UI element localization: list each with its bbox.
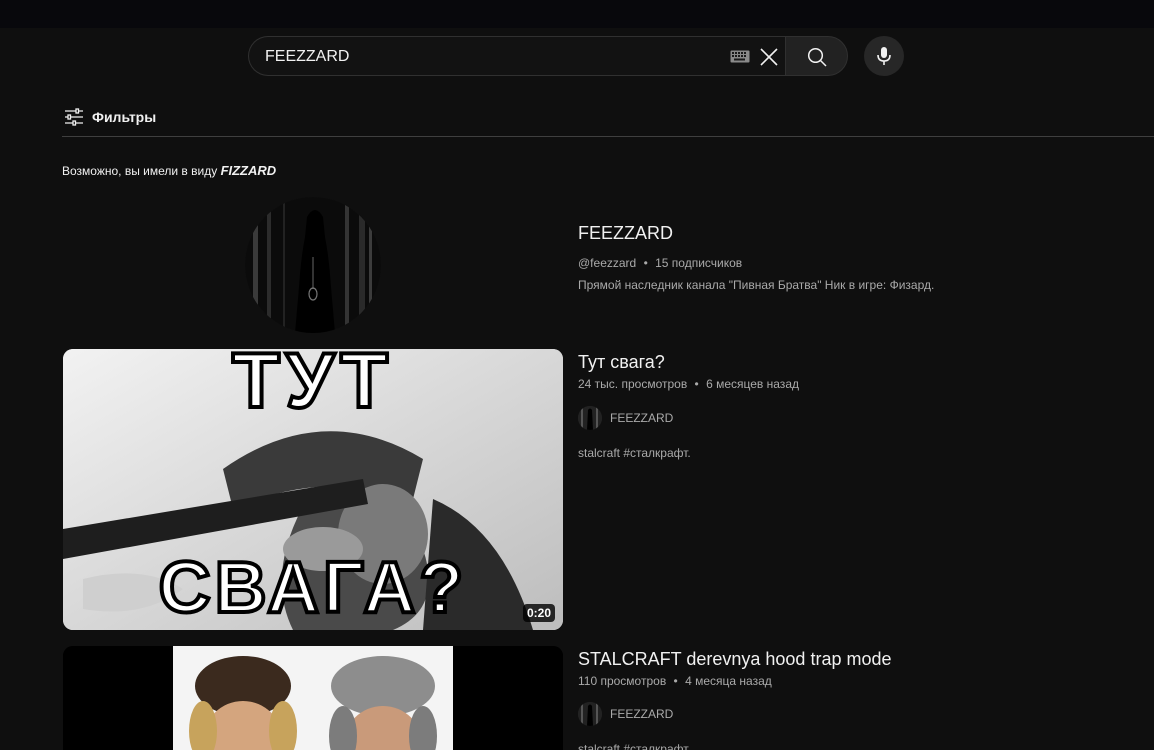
channel-avatar-small[interactable] bbox=[578, 702, 602, 726]
sliders-icon bbox=[65, 108, 83, 126]
upload-age: 6 месяцев назад bbox=[706, 377, 799, 391]
spelling-suggestion: Возможно, вы имели в виду FIZZARD bbox=[62, 163, 276, 178]
channel-avatar-small[interactable] bbox=[578, 406, 602, 430]
divider bbox=[62, 136, 1154, 137]
thumbnail-text-bottom: СВАГА? bbox=[157, 546, 468, 630]
mic-icon bbox=[877, 47, 891, 65]
upload-age: 4 месяца назад bbox=[685, 674, 772, 688]
video-title[interactable]: Тут свага? bbox=[578, 352, 665, 373]
meta-separator: • bbox=[643, 256, 648, 270]
video-thumbnail[interactable] bbox=[63, 646, 563, 750]
thumbnail-text-top: ТУТ bbox=[230, 349, 394, 426]
thumbnail-image bbox=[63, 646, 563, 750]
top-strip bbox=[0, 0, 1154, 28]
view-count: 24 тыс. просмотров bbox=[578, 377, 688, 391]
video-thumbnail[interactable]: ТУТ СВАГА? 0:20 bbox=[63, 349, 563, 630]
suggestion-prefix: Возможно, вы имели в виду bbox=[62, 164, 221, 178]
video-channel[interactable]: FEEZZARD bbox=[578, 702, 673, 726]
duration-badge: 0:20 bbox=[522, 604, 555, 622]
keyboard-icon[interactable] bbox=[730, 50, 750, 63]
video-description: stalcraft #сталкрафт. bbox=[578, 742, 691, 750]
meta-separator: • bbox=[694, 377, 699, 391]
filters-label: Фильтры bbox=[92, 109, 157, 125]
channel-avatar[interactable] bbox=[245, 197, 381, 333]
suggestion-link[interactable]: FIZZARD bbox=[221, 163, 277, 178]
channel-handle: @feezzard bbox=[578, 256, 637, 270]
video-channel-name[interactable]: FEEZZARD bbox=[610, 411, 673, 425]
channel-description: Прямой наследник канала "Пивная Братва" … bbox=[578, 278, 935, 292]
search-input[interactable] bbox=[265, 46, 715, 68]
meta-separator: • bbox=[673, 674, 678, 688]
video-meta: 110 просмотров • 4 месяца назад bbox=[578, 674, 772, 688]
view-count: 110 просмотров bbox=[578, 674, 667, 688]
subscriber-count: 15 подписчиков bbox=[655, 256, 743, 270]
channel-name[interactable]: FEEZZARD bbox=[578, 223, 673, 244]
video-title[interactable]: STALCRAFT derevnya hood trap mode bbox=[578, 649, 892, 670]
search-box[interactable] bbox=[248, 36, 785, 76]
video-meta: 24 тыс. просмотров • 6 месяцев назад bbox=[578, 377, 799, 391]
video-channel-name[interactable]: FEEZZARD bbox=[610, 707, 673, 721]
hooded-figure-image bbox=[245, 197, 381, 333]
video-channel[interactable]: FEEZZARD bbox=[578, 406, 673, 430]
search-button[interactable] bbox=[785, 36, 848, 76]
close-icon[interactable] bbox=[758, 46, 780, 68]
search-icon bbox=[807, 47, 827, 67]
voice-search-button[interactable] bbox=[864, 36, 904, 76]
video-description: stalcraft #сталкрафт. bbox=[578, 446, 691, 460]
filters-button[interactable]: Фильтры bbox=[64, 106, 156, 128]
channel-meta: @feezzard • 15 подписчиков bbox=[578, 256, 742, 270]
